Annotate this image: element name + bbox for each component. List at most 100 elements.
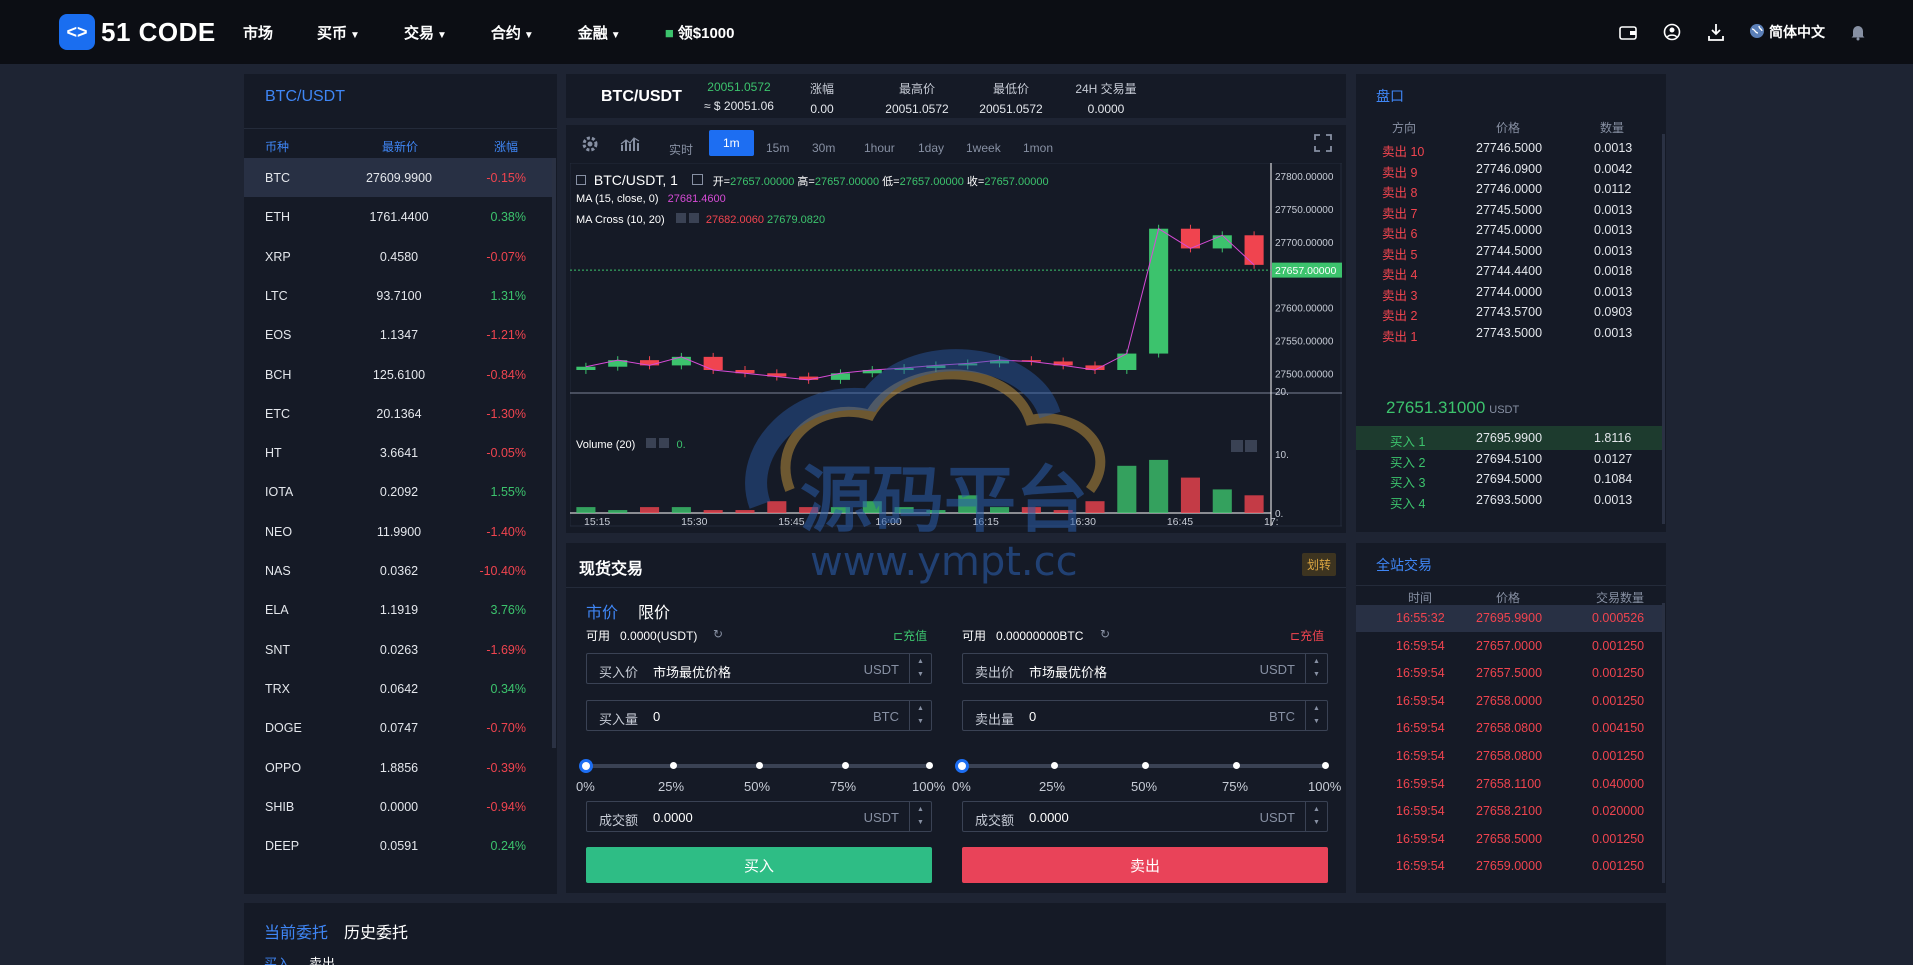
timeframe-15m[interactable]: 15m [766, 141, 789, 155]
slider-mark-75[interactable] [1233, 762, 1240, 769]
bid-row[interactable]: 买入 4 27693.5000 0.0013 [1356, 488, 1662, 512]
nav-finance[interactable]: 金融 ▼ [578, 22, 621, 43]
subtab-sell[interactable]: 卖出 [309, 953, 335, 965]
market-scrollbar[interactable] [552, 158, 556, 748]
market-row-ht[interactable]: HT 3.6641 -0.05% [244, 433, 552, 472]
tab-spot-trade[interactable]: 现货交易 [579, 555, 643, 579]
brand-logo[interactable]: <> 51 CODE [59, 14, 216, 50]
sell-amount-stepper[interactable]: ▲ ▼ [1305, 701, 1327, 730]
nav-market[interactable]: 市场 [243, 22, 273, 43]
market-row-xrp[interactable]: XRP 0.4580 -0.07% [244, 237, 552, 276]
market-row-snt[interactable]: SNT 0.0263 -1.69% [244, 630, 552, 669]
sell-recharge-link[interactable]: ⊏充值 [1290, 627, 1324, 644]
buy-button[interactable]: 买入 [586, 847, 932, 883]
transfer-button[interactable]: 划转 [1301, 553, 1336, 576]
pane-move-up-icon[interactable] [1231, 440, 1257, 455]
slider-mark-25[interactable] [1051, 762, 1058, 769]
price-tick-label: 27550.00000 [1275, 336, 1334, 347]
timeframe-1hour[interactable]: 1hour [864, 141, 895, 155]
market-row-nas[interactable]: NAS 0.0362 -10.40% [244, 551, 552, 590]
ask-row[interactable]: 卖出 1 27743.5000 0.0013 [1356, 321, 1662, 345]
refresh-icon[interactable]: ↻ [713, 627, 723, 641]
timeframe-realtime[interactable]: 实时 [669, 141, 693, 158]
collapse-icon[interactable] [576, 175, 586, 185]
legend-settings-icon[interactable] [691, 174, 703, 185]
timeframe-1week[interactable]: 1week [966, 141, 1001, 155]
slider-mark-75[interactable] [842, 762, 849, 769]
buy-total-field[interactable]: 成交额 0.0000 USDT ▲ ▼ [586, 801, 932, 832]
trades-scrollbar[interactable] [1662, 603, 1665, 883]
download-icon[interactable] [1705, 21, 1727, 43]
sell-price-stepper[interactable]: ▲ ▼ [1305, 654, 1327, 683]
buy-recharge-link[interactable]: ⊏充值 [893, 627, 927, 644]
ticker-change: 涨幅 0.00 [810, 80, 834, 116]
buy-price-field[interactable]: 买入价 市场最优价格 USDT ▲ ▼ [586, 653, 932, 684]
market-row-shib[interactable]: SHIB 0.0000 -0.94% [244, 787, 552, 826]
tab-market-order[interactable]: 市价 [586, 599, 618, 623]
nav-trade[interactable]: 交易 ▼ [404, 22, 447, 43]
ma-cross-close-icon[interactable] [688, 213, 699, 223]
sell-button[interactable]: 卖出 [962, 847, 1328, 883]
timeframe-1mon[interactable]: 1mon [1023, 141, 1053, 155]
sell-amount-field[interactable]: 卖出量 0 BTC ▲ ▼ [962, 700, 1328, 731]
market-row-etc[interactable]: ETC 20.1364 -1.30% [244, 394, 552, 433]
buy-price-stepper[interactable]: ▲ ▼ [909, 654, 931, 683]
sell-slider-handle[interactable] [955, 759, 969, 773]
buy-amount-stepper[interactable]: ▲ ▼ [909, 701, 931, 730]
sell-percent-slider[interactable] [955, 759, 1329, 773]
slider-mark-50[interactable] [756, 762, 763, 769]
time-tick-label: 15:30 [681, 516, 707, 528]
market-row-doge[interactable]: DOGE 0.0747 -0.70% [244, 708, 552, 747]
market-row-eos[interactable]: EOS 1.1347 -1.21% [244, 315, 552, 354]
buy-slider-handle[interactable] [579, 759, 593, 773]
slider-mark-50[interactable] [1142, 762, 1149, 769]
refresh-icon[interactable]: ↻ [1100, 627, 1110, 641]
volume-series [576, 459, 1264, 513]
market-row-ltc[interactable]: LTC 93.7100 1.31% [244, 276, 552, 315]
market-row-deep[interactable]: DEEP 0.0591 0.24% [244, 826, 552, 865]
buy-percent-slider[interactable] [579, 759, 933, 773]
bell-icon[interactable] [1847, 21, 1869, 43]
tab-current-orders[interactable]: 当前委托 [264, 919, 328, 943]
timeframe-30m[interactable]: 30m [812, 141, 835, 155]
indicators-icon[interactable] [620, 135, 640, 156]
volume-bar [1053, 510, 1073, 513]
volume-close-icon[interactable] [659, 438, 670, 448]
market-row-oppo[interactable]: OPPO 1.8856 -0.39% [244, 748, 552, 787]
sell-total-stepper[interactable]: ▲ ▼ [1305, 802, 1327, 831]
market-row-ela[interactable]: ELA 1.1919 3.76% [244, 590, 552, 629]
settings-gear-icon[interactable] [580, 134, 600, 157]
market-row-btc[interactable]: BTC 27609.9900 -0.15% [244, 158, 552, 197]
sell-price-field[interactable]: 卖出价 市场最优价格 USDT ▲ ▼ [962, 653, 1328, 684]
buy-amount-field[interactable]: 买入量 0 BTC ▲ ▼ [586, 700, 932, 731]
nav-contract[interactable]: 合约 ▼ [491, 22, 534, 43]
slider-mark-25[interactable] [670, 762, 677, 769]
sell-total-field[interactable]: 成交额 0.0000 USDT ▲ ▼ [962, 801, 1328, 832]
timeframe-1day[interactable]: 1day [918, 141, 944, 155]
subtab-buy[interactable]: 买入 [264, 953, 290, 965]
nav-buy-crypto[interactable]: 买币 ▼ [317, 22, 360, 43]
market-row-neo[interactable]: NEO 11.9900 -1.40% [244, 512, 552, 551]
col-change: 涨幅 [494, 140, 519, 154]
buy-total-stepper[interactable]: ▲ ▼ [909, 802, 931, 831]
caret-down-icon: ▼ [523, 29, 534, 41]
orderbook-scrollbar[interactable] [1662, 134, 1665, 524]
slider-mark-100[interactable] [1322, 762, 1329, 769]
volume-settings-icon[interactable] [646, 438, 657, 448]
tab-order-history[interactable]: 历史委托 [344, 919, 408, 943]
market-row-trx[interactable]: TRX 0.0642 0.34% [244, 669, 552, 708]
market-row-iota[interactable]: IOTA 0.2092 1.55% [244, 472, 552, 511]
tab-limit-order[interactable]: 限价 [638, 599, 670, 623]
sell-price-label: 卖出价 [975, 665, 1015, 680]
market-row-eth[interactable]: ETH 1761.4400 0.38% [244, 197, 552, 236]
market-row-bch[interactable]: BCH 125.6100 -0.84% [244, 355, 552, 394]
language-selector[interactable]: 简体中文 [1749, 22, 1825, 42]
slider-mark-100[interactable] [926, 762, 933, 769]
wallet-icon[interactable] [1617, 21, 1639, 43]
ma-cross-settings-icon[interactable] [675, 213, 686, 223]
user-icon[interactable] [1661, 21, 1683, 43]
timeframe-1m[interactable]: 1m [709, 130, 754, 156]
fullscreen-icon[interactable] [1314, 134, 1332, 155]
nav-reward[interactable]: ■ 领$1000 [665, 22, 735, 43]
sell-pct-50: 50% [1131, 779, 1158, 794]
